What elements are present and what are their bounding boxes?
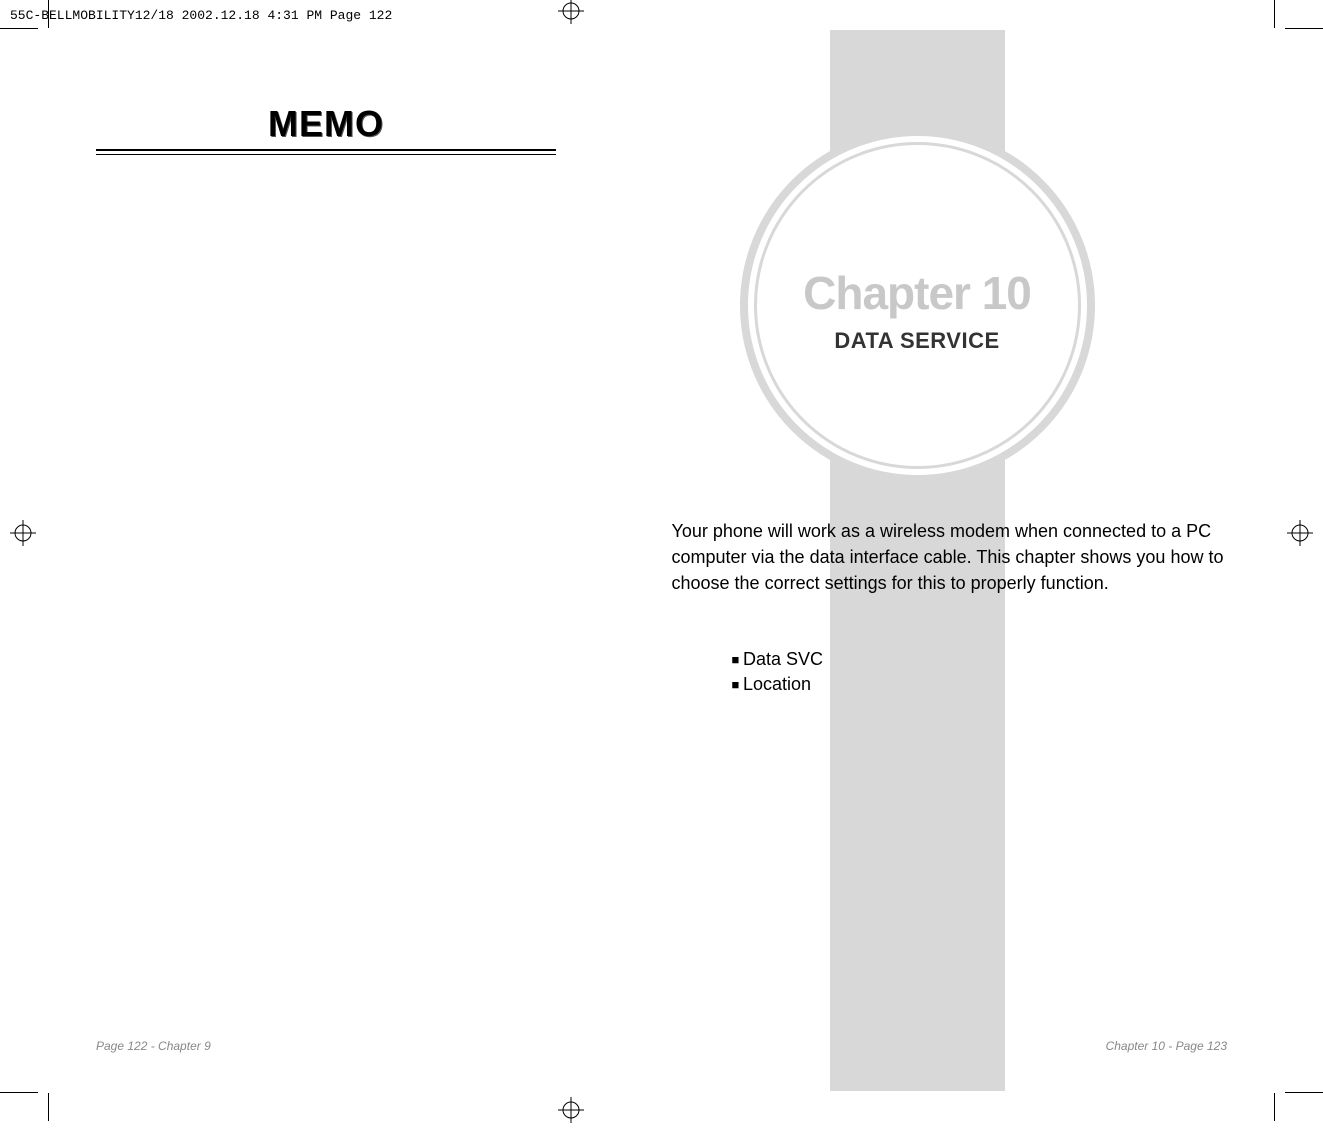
page-spread: MEMO Page 122 - Chapter 9 Chapter 10 DAT… <box>48 28 1275 1093</box>
crop-mark <box>1285 1092 1323 1093</box>
memo-rule-thick <box>96 149 556 151</box>
list-item: Location <box>732 672 824 697</box>
crop-mark <box>1274 0 1275 28</box>
chapter-title: Chapter 10 <box>740 266 1095 320</box>
registration-mark-icon <box>558 0 584 24</box>
crop-mark <box>1285 28 1323 29</box>
right-page-footer: Chapter 10 - Page 123 <box>1106 1039 1227 1053</box>
left-page-footer: Page 122 - Chapter 9 <box>96 1039 211 1053</box>
right-page: Chapter 10 DATA SERVICE Your phone will … <box>662 28 1276 1093</box>
memo-title-text: MEMO <box>96 103 556 145</box>
chapter-topics-list: Data SVC Location <box>732 647 824 697</box>
registration-mark-icon <box>10 520 36 546</box>
left-page: MEMO Page 122 - Chapter 9 <box>48 28 662 1093</box>
crop-mark <box>48 0 49 28</box>
prepress-header: 55C-BELLMOBILITY12/18 2002.12.18 4:31 PM… <box>10 8 392 23</box>
crop-mark <box>48 1093 49 1121</box>
crop-mark <box>1274 1093 1275 1121</box>
chapter-circle: Chapter 10 DATA SERVICE <box>740 128 1095 483</box>
registration-mark-icon <box>558 1097 584 1123</box>
chapter-subtitle: DATA SERVICE <box>740 328 1095 354</box>
crop-mark <box>0 1092 38 1093</box>
chapter-intro-paragraph: Your phone will work as a wireless modem… <box>672 518 1228 596</box>
registration-mark-icon <box>1287 520 1313 546</box>
list-item: Data SVC <box>732 647 824 672</box>
crop-mark <box>0 28 38 29</box>
memo-rule-thin <box>96 154 556 155</box>
memo-heading: MEMO <box>96 103 556 155</box>
